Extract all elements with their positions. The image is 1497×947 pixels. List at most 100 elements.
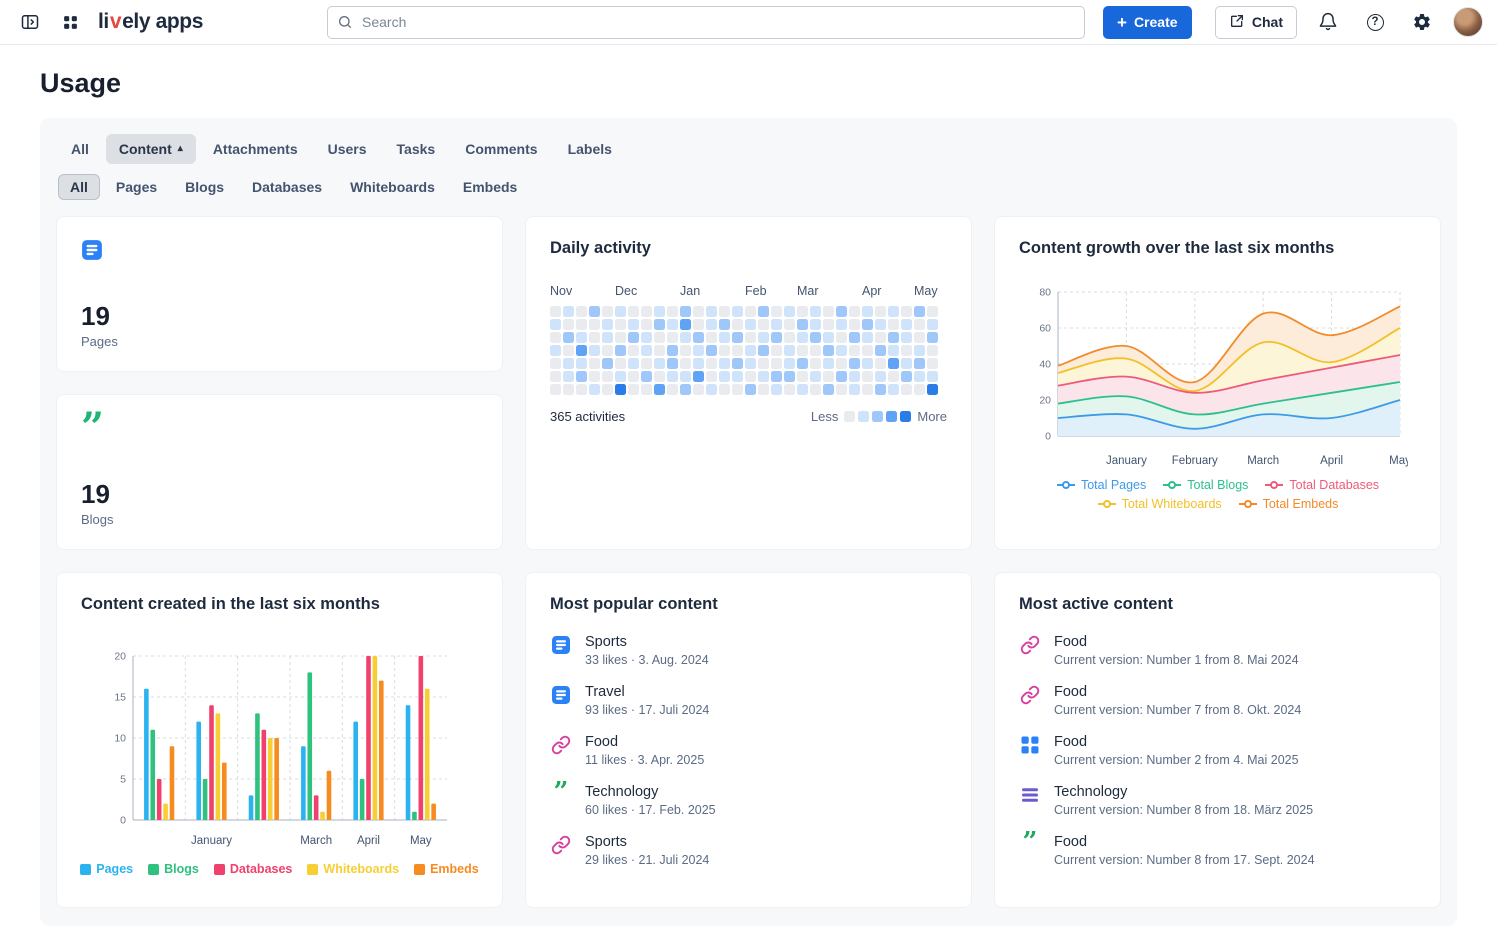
content-item[interactable]: FoodCurrent version: Number 1 from 8. Ma… [1019,634,1416,667]
content-item-meta: 93 likes · 17. Juli 2024 [585,703,709,717]
legend-more-label: More [917,409,947,424]
content-item[interactable]: FoodCurrent version: Number 2 from 4. Ma… [1019,734,1416,767]
legend-item-total-blogs[interactable]: Total Blogs [1162,478,1248,492]
tab-users[interactable]: Users [315,134,380,164]
content-item[interactable]: TechnologyCurrent version: Number 8 from… [1019,784,1416,817]
create-button-label: Create [1134,14,1178,30]
heatmap-cell [667,384,678,395]
heatmap-cell [563,384,574,395]
tab-blogs[interactable]: Blogs [173,174,236,200]
month-label: Feb [745,284,767,298]
legend-item-total-embeds[interactable]: Total Embeds [1238,497,1339,511]
heatmap-cell [771,371,782,382]
content-item-title[interactable]: Food [1054,634,1299,650]
legend-item-whiteboards[interactable]: Whiteboards [307,862,399,876]
content-item-title[interactable]: Technology [1054,784,1313,800]
tab-labels[interactable]: Labels [555,134,625,164]
tab-pages[interactable]: Pages [104,174,169,200]
help-icon[interactable]: ? [1359,6,1391,38]
content-item[interactable]: ”Technology60 likes · 17. Feb. 2025 [550,784,947,817]
chat-button[interactable]: Chat [1215,6,1297,39]
notifications-bell-icon[interactable] [1312,6,1344,38]
content-item[interactable]: ”FoodCurrent version: Number 8 from 17. … [1019,834,1416,867]
tab-content[interactable]: Content▴ [106,134,196,164]
heatmap-cell [797,345,808,356]
legend-item-total-pages[interactable]: Total Pages [1056,478,1146,492]
bar-whiteboards [215,713,220,820]
legend-scale-cell [900,411,911,422]
content-item-title[interactable]: Food [1054,734,1299,750]
tab-attachments[interactable]: Attachments [200,134,311,164]
heatmap-cell [693,306,704,317]
secondary-tabs: AllPagesBlogsDatabasesWhiteboardsEmbeds [56,168,1441,204]
settings-gear-icon[interactable] [1406,6,1438,38]
search-bar [327,6,1085,39]
pages-count-label: Pages [81,334,478,349]
chat-button-label: Chat [1252,14,1283,30]
heatmap-cell [823,345,834,356]
tab-databases[interactable]: Databases [240,174,334,200]
content-item-title[interactable]: Technology [585,784,716,800]
heatmap-cell [602,345,613,356]
heatmap-cell [576,371,587,382]
create-button[interactable]: + Create [1103,6,1192,39]
blogs-stat-card: ” 19 Blogs [56,394,503,550]
heatmap-cell [836,358,847,369]
heatmap-cell [771,384,782,395]
heatmap-cell [550,345,561,356]
heatmap-cell [680,384,691,395]
content-item-title[interactable]: Sports [585,834,709,850]
search-input[interactable] [327,6,1085,39]
heatmap-cell [706,345,717,356]
heatmap-cell [563,332,574,343]
content-item[interactable]: Travel 93 likes · 17. Juli 2024 [550,684,947,717]
svg-text:April: April [1320,455,1343,467]
tab-tasks[interactable]: Tasks [384,134,449,164]
tab-whiteboards[interactable]: Whiteboards [338,174,447,200]
content-item[interactable]: Sports29 likes · 21. Juli 2024 [550,834,947,867]
app-logo[interactable]: lively apps [98,10,203,34]
bar-whiteboards [320,812,325,820]
tab-all[interactable]: All [58,134,102,164]
quote-icon: ” [550,784,572,799]
month-label: Jan [680,284,700,298]
bar-whiteboards [372,656,377,820]
tab-all[interactable]: All [58,174,100,200]
svg-text:60: 60 [1039,323,1051,335]
heatmap-cell [745,319,756,330]
content-item-title[interactable]: Food [1054,684,1301,700]
tab-embeds[interactable]: Embeds [451,174,529,200]
daily-activity-card: Daily activity NovDecJanFebMarAprMay 365… [525,216,972,550]
heatmap-cell [888,345,899,356]
heatmap-cell [680,358,691,369]
content-item[interactable]: FoodCurrent version: Number 7 from 8. Ok… [1019,684,1416,717]
legend-item-blogs[interactable]: Blogs [148,862,199,876]
heatmap-cell [849,332,860,343]
tab-comments[interactable]: Comments [452,134,550,164]
legend-item-embeds[interactable]: Embeds [414,862,479,876]
heatmap-cell [628,371,639,382]
legend-item-databases[interactable]: Databases [214,862,293,876]
content-item-title[interactable]: Travel [585,684,709,700]
content-item-title[interactable]: Food [585,734,704,750]
content-item[interactable]: Sports33 likes · 3. Aug. 2024 [550,634,947,667]
user-avatar[interactable] [1453,7,1483,37]
heatmap-cell [771,332,782,343]
svg-text:15: 15 [114,692,126,704]
bar-pages [405,705,410,820]
heatmap-cell [914,358,925,369]
legend-marker-icon [1097,499,1117,509]
heatmap-cell [745,345,756,356]
app-switcher-icon[interactable] [54,6,86,38]
heatmap-cell [836,332,847,343]
content-item[interactable]: Food11 likes · 3. Apr. 2025 [550,734,947,767]
legend-item-total-whiteboards[interactable]: Total Whiteboards [1097,497,1222,511]
sidebar-toggle-icon[interactable] [14,6,46,38]
heatmap-cell [589,332,600,343]
content-item-title[interactable]: Sports [585,634,709,650]
content-item-title[interactable]: Food [1054,834,1315,850]
legend-item-total-databases[interactable]: Total Databases [1264,478,1379,492]
heatmap-cell [849,358,860,369]
legend-item-pages[interactable]: Pages [80,862,133,876]
heatmap-cell [758,371,769,382]
